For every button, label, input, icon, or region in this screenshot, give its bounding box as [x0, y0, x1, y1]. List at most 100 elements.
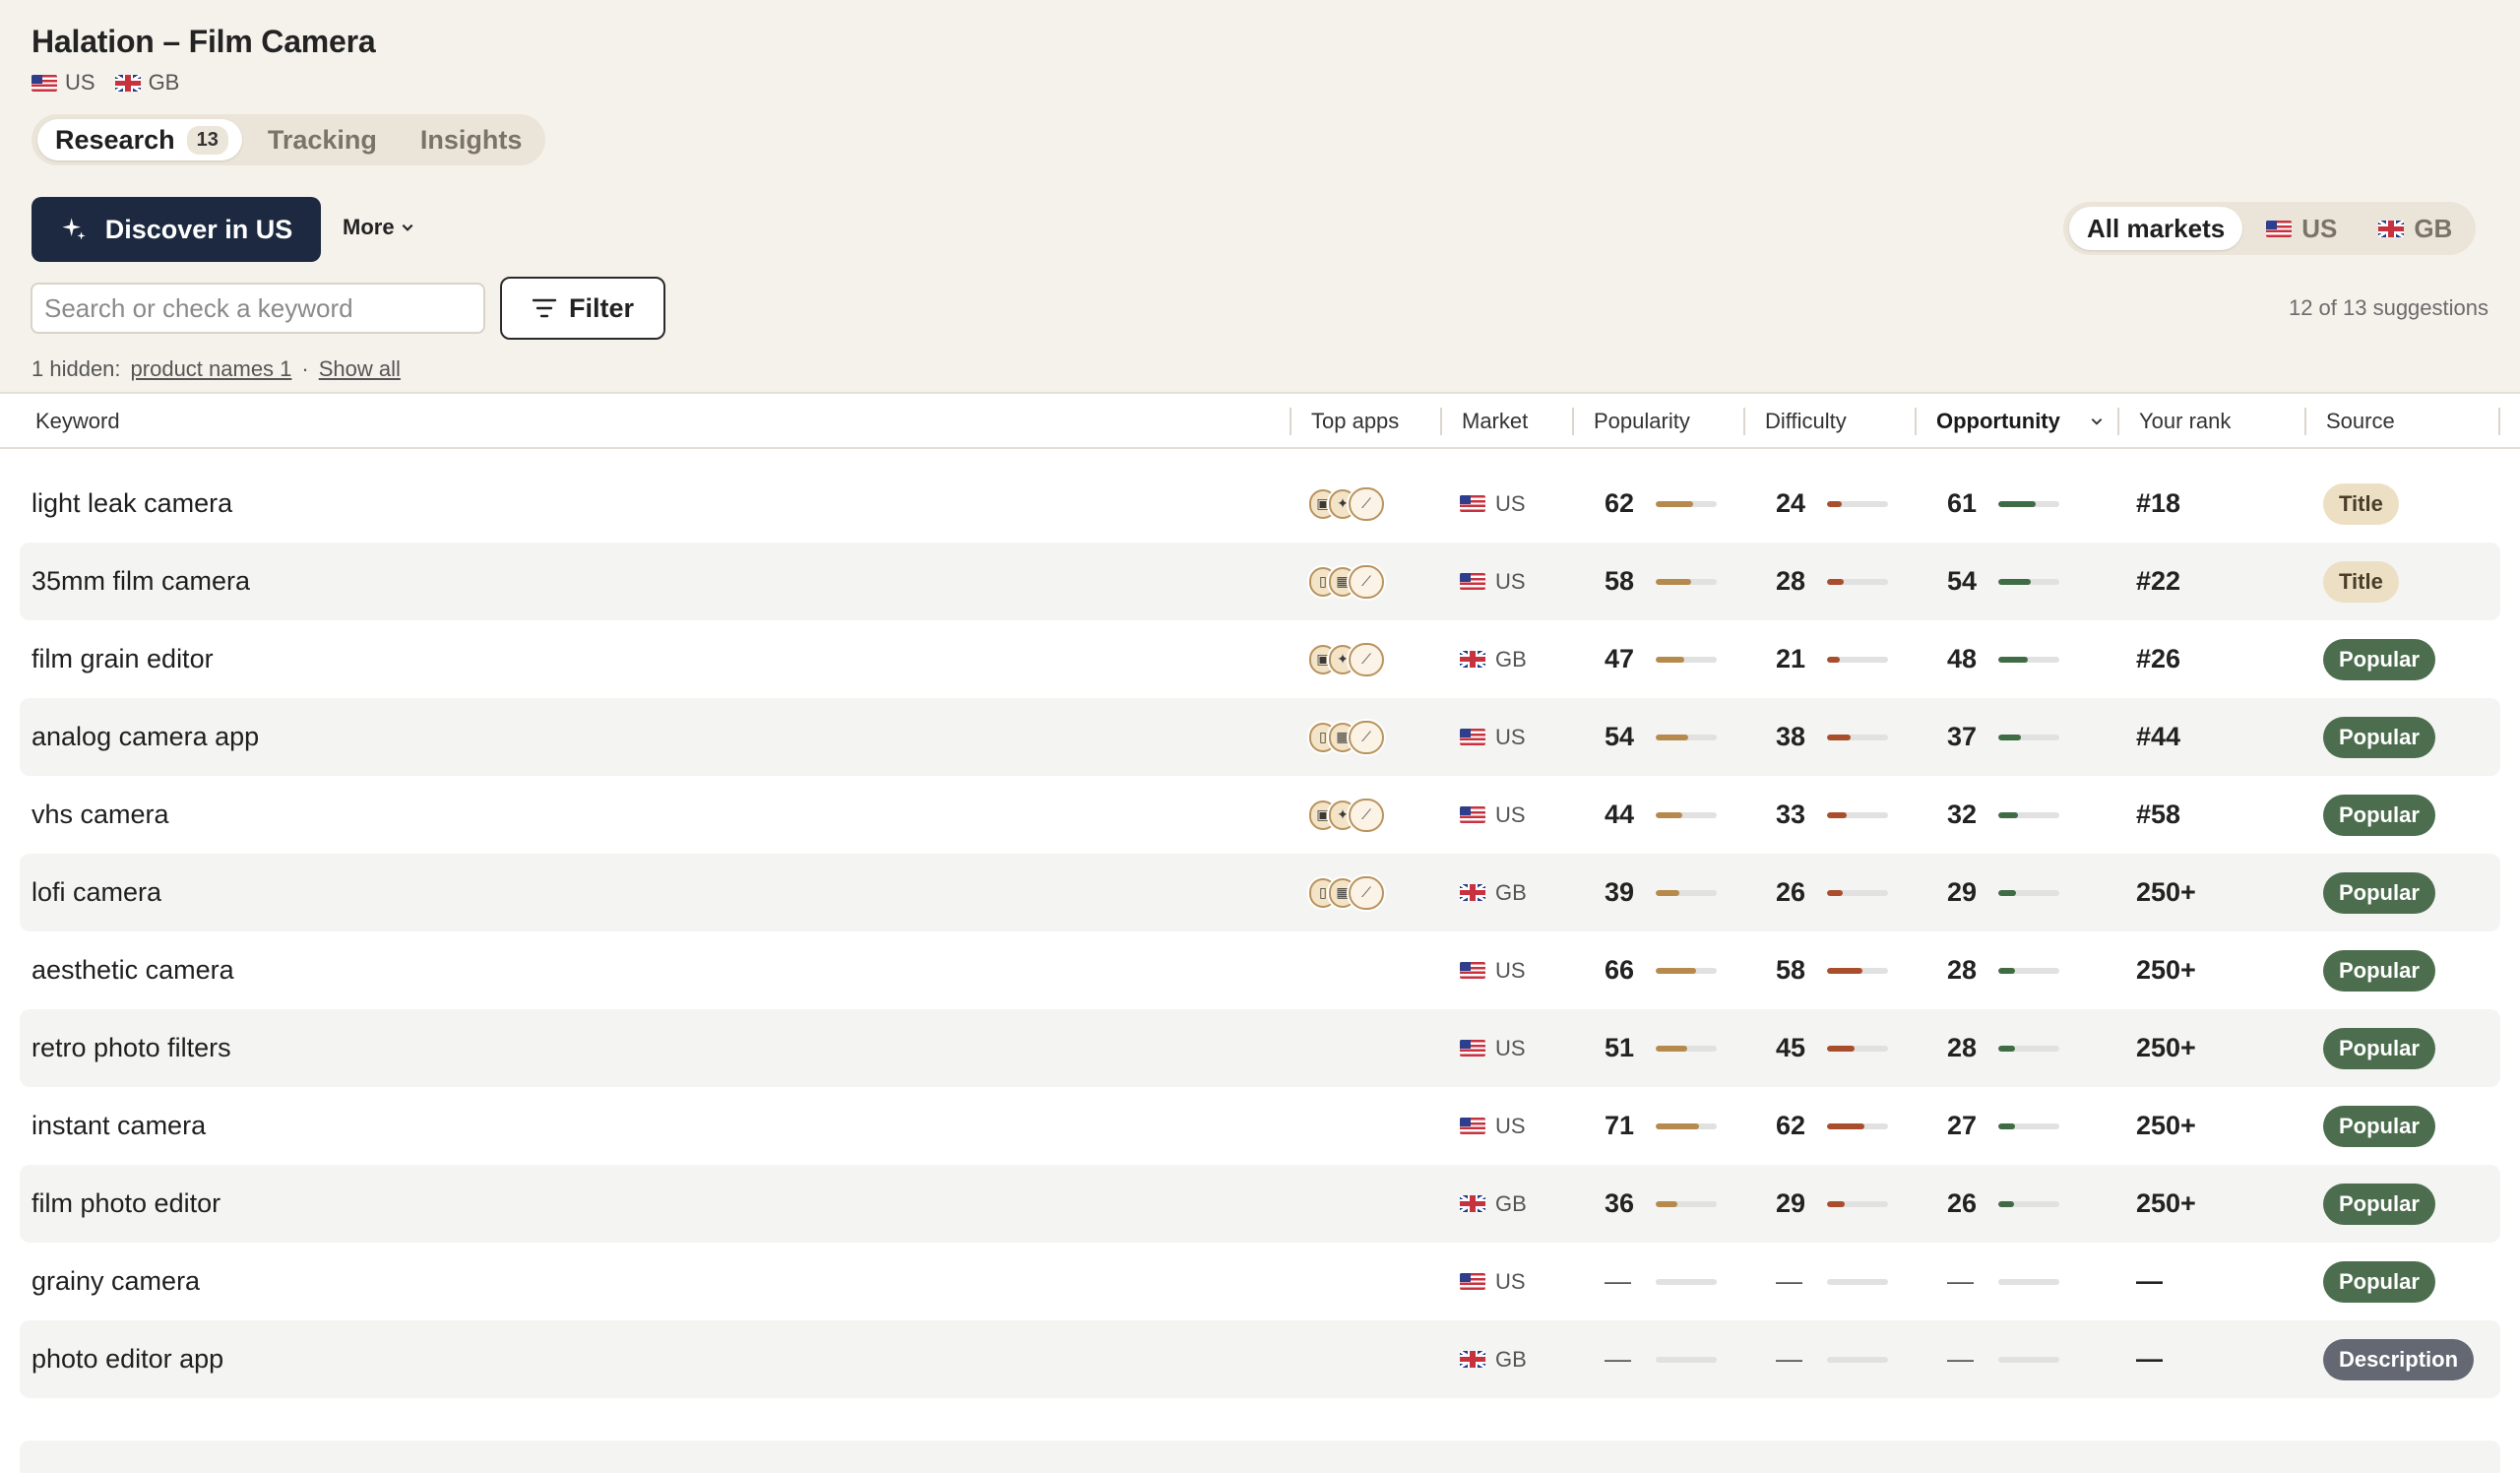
opportunity-value: 32	[1947, 800, 1978, 829]
table-row[interactable]: lofi camera ▯ ▦ ⟋ GB 39 26 29 250+ Popular	[20, 854, 2500, 931]
more-button[interactable]: More	[343, 215, 414, 240]
rank-cell: 250+	[2136, 1111, 2196, 1140]
difficulty-bar-fill	[1827, 1200, 1845, 1207]
column-header-opportunity[interactable]: Opportunity	[1917, 394, 2119, 449]
top-apps-cell[interactable]: ▣ ✦ ⟋	[1309, 620, 1384, 698]
popularity-value: 54	[1605, 722, 1635, 751]
tab-tracking[interactable]: Tracking	[250, 119, 395, 160]
difficulty-bar	[1827, 500, 1888, 507]
market-cell: GB	[1460, 620, 1527, 698]
app-market-gb: GB	[114, 70, 180, 96]
us-flag-icon	[32, 74, 57, 92]
opportunity-value: 37	[1947, 722, 1978, 751]
sparkle-icon	[62, 218, 86, 240]
popularity-bar	[1656, 578, 1717, 585]
market-cell: US	[1460, 1009, 1526, 1087]
popularity-value: 71	[1605, 1111, 1635, 1140]
column-header-market[interactable]: Market	[1442, 394, 1574, 449]
opportunity-cell: 54	[1947, 543, 2059, 620]
table-row[interactable]: analog camera app ▯ ▦ ⟋ US 54 38 37 #44 Popular	[20, 698, 2500, 776]
us-flag-icon	[1460, 729, 1485, 745]
popularity-bar-fill	[1656, 500, 1694, 507]
market-option-us[interactable]: US	[2248, 207, 2355, 250]
source-badge: Title	[2323, 560, 2399, 603]
difficulty-bar-fill	[1827, 734, 1851, 740]
table-row[interactable]: aesthetic camera US 66 58 28 250+ Popular	[20, 931, 2500, 1009]
table-header: Keyword Top apps Market Popularity Diffi…	[0, 392, 2520, 449]
opportunity-cell: 26	[1947, 1165, 2059, 1243]
gb-flag-icon	[1460, 651, 1485, 668]
tab-label: Insights	[419, 124, 523, 155]
top-apps-cell[interactable]: ▯ ▦ ⟋	[1309, 854, 1384, 931]
market-option-label: US	[2301, 213, 2338, 243]
source-badge: Popular	[2323, 1183, 2435, 1225]
table-row[interactable]: light leak camera ▣ ✦ ⟋ US 62 24 61 #18 Title	[20, 465, 2500, 543]
column-header-source[interactable]: Source	[2306, 394, 2500, 449]
discover-button[interactable]: Discover in US	[32, 197, 321, 262]
opportunity-empty: —	[1947, 1266, 1974, 1296]
opportunity-value: 54	[1947, 566, 1978, 596]
column-header-difficulty[interactable]: Difficulty	[1745, 394, 1917, 449]
top-apps-cell[interactable]: ▯ ▦ ⟋	[1309, 543, 1384, 620]
source-cell: Popular	[2323, 776, 2435, 854]
keyword-cell: film grain editor	[32, 644, 214, 673]
difficulty-cell: 26	[1776, 854, 1888, 931]
difficulty-bar	[1827, 656, 1888, 663]
table-row[interactable]: photo editor app GB — — — — Description	[20, 1320, 2500, 1398]
keyword-cell: light leak camera	[32, 488, 233, 518]
market-cell: US	[1460, 465, 1526, 543]
hidden-product-names-link[interactable]: product names 1	[131, 356, 292, 382]
table-row[interactable]: retro photo filters US 51 45 28 250+ Popular	[20, 1009, 2500, 1087]
keyword-cell: film photo editor	[32, 1188, 221, 1218]
popularity-cell: 54	[1605, 698, 1717, 776]
keyword-search-input[interactable]	[31, 283, 485, 334]
opportunity-cell: 37	[1947, 698, 2059, 776]
column-header-keyword[interactable]: Keyword	[16, 394, 1292, 449]
top-apps-cell[interactable]: ▣ ✦ ⟋	[1309, 465, 1384, 543]
column-header-your-rank[interactable]: Your rank	[2119, 394, 2306, 449]
market-option-all[interactable]: All markets	[2069, 207, 2243, 250]
market-code: GB	[1495, 1346, 1527, 1372]
us-flag-icon	[1460, 1273, 1485, 1290]
us-flag-icon	[1460, 806, 1485, 823]
table-row[interactable]: film grain editor ▣ ✦ ⟋ GB 47 21 48 #26 Popular	[20, 620, 2500, 698]
source-badge: Popular	[2323, 1027, 2435, 1069]
table-row[interactable]: 35mm film camera ▯ ▦ ⟋ US 58 28 54 #22 Title	[20, 543, 2500, 620]
popularity-value: 58	[1605, 566, 1635, 596]
source-cell: Popular	[2323, 620, 2435, 698]
opportunity-cell: 29	[1947, 854, 2059, 931]
table-row[interactable]: grainy camera US — — — — Popular	[20, 1243, 2500, 1320]
opportunity-bar-fill	[1998, 578, 2032, 585]
opportunity-bar-fill	[1998, 889, 2016, 896]
opportunity-bar	[1998, 1200, 2059, 1207]
show-all-link[interactable]: Show all	[319, 356, 401, 382]
opportunity-bar	[1998, 967, 2059, 974]
difficulty-cell: 33	[1776, 776, 1888, 854]
source-cell: Popular	[2323, 1009, 2435, 1087]
difficulty-bar	[1827, 1356, 1888, 1363]
top-apps-cell[interactable]: ▣ ✦ ⟋	[1309, 776, 1384, 854]
table-row[interactable]: instant camera US 71 62 27 250+ Popular	[20, 1087, 2500, 1165]
source-cell: Title	[2323, 465, 2399, 543]
more-label: More	[343, 215, 395, 239]
market-code: US	[1495, 568, 1526, 594]
column-header-top-apps[interactable]: Top apps	[1292, 394, 1442, 449]
table-row[interactable]: vhs camera ▣ ✦ ⟋ US 44 33 32 #58 Popular	[20, 776, 2500, 854]
market-cell: US	[1460, 931, 1526, 1009]
tab-insights[interactable]: Insights	[403, 119, 540, 160]
column-header-popularity[interactable]: Popularity	[1574, 394, 1745, 449]
filter-button[interactable]: Filter	[500, 277, 665, 340]
app-market-label: GB	[148, 70, 180, 95]
opportunity-bar	[1998, 656, 2059, 663]
market-option-gb[interactable]: GB	[2361, 207, 2470, 250]
source-cell: Popular	[2323, 698, 2435, 776]
opportunity-bar-fill	[1998, 1045, 2016, 1052]
suggestions-count: 12 of 13 suggestions	[2288, 295, 2488, 320]
opportunity-bar-fill	[1998, 1200, 2015, 1207]
market-code: US	[1495, 957, 1526, 983]
opportunity-bar-fill	[1998, 811, 2018, 818]
tab-research[interactable]: Research 13	[37, 119, 242, 160]
top-apps-cell[interactable]: ▯ ▦ ⟋	[1309, 698, 1384, 776]
opportunity-value: 48	[1947, 644, 1978, 673]
table-row[interactable]: film photo editor GB 36 29 26 250+ Popular	[20, 1165, 2500, 1243]
